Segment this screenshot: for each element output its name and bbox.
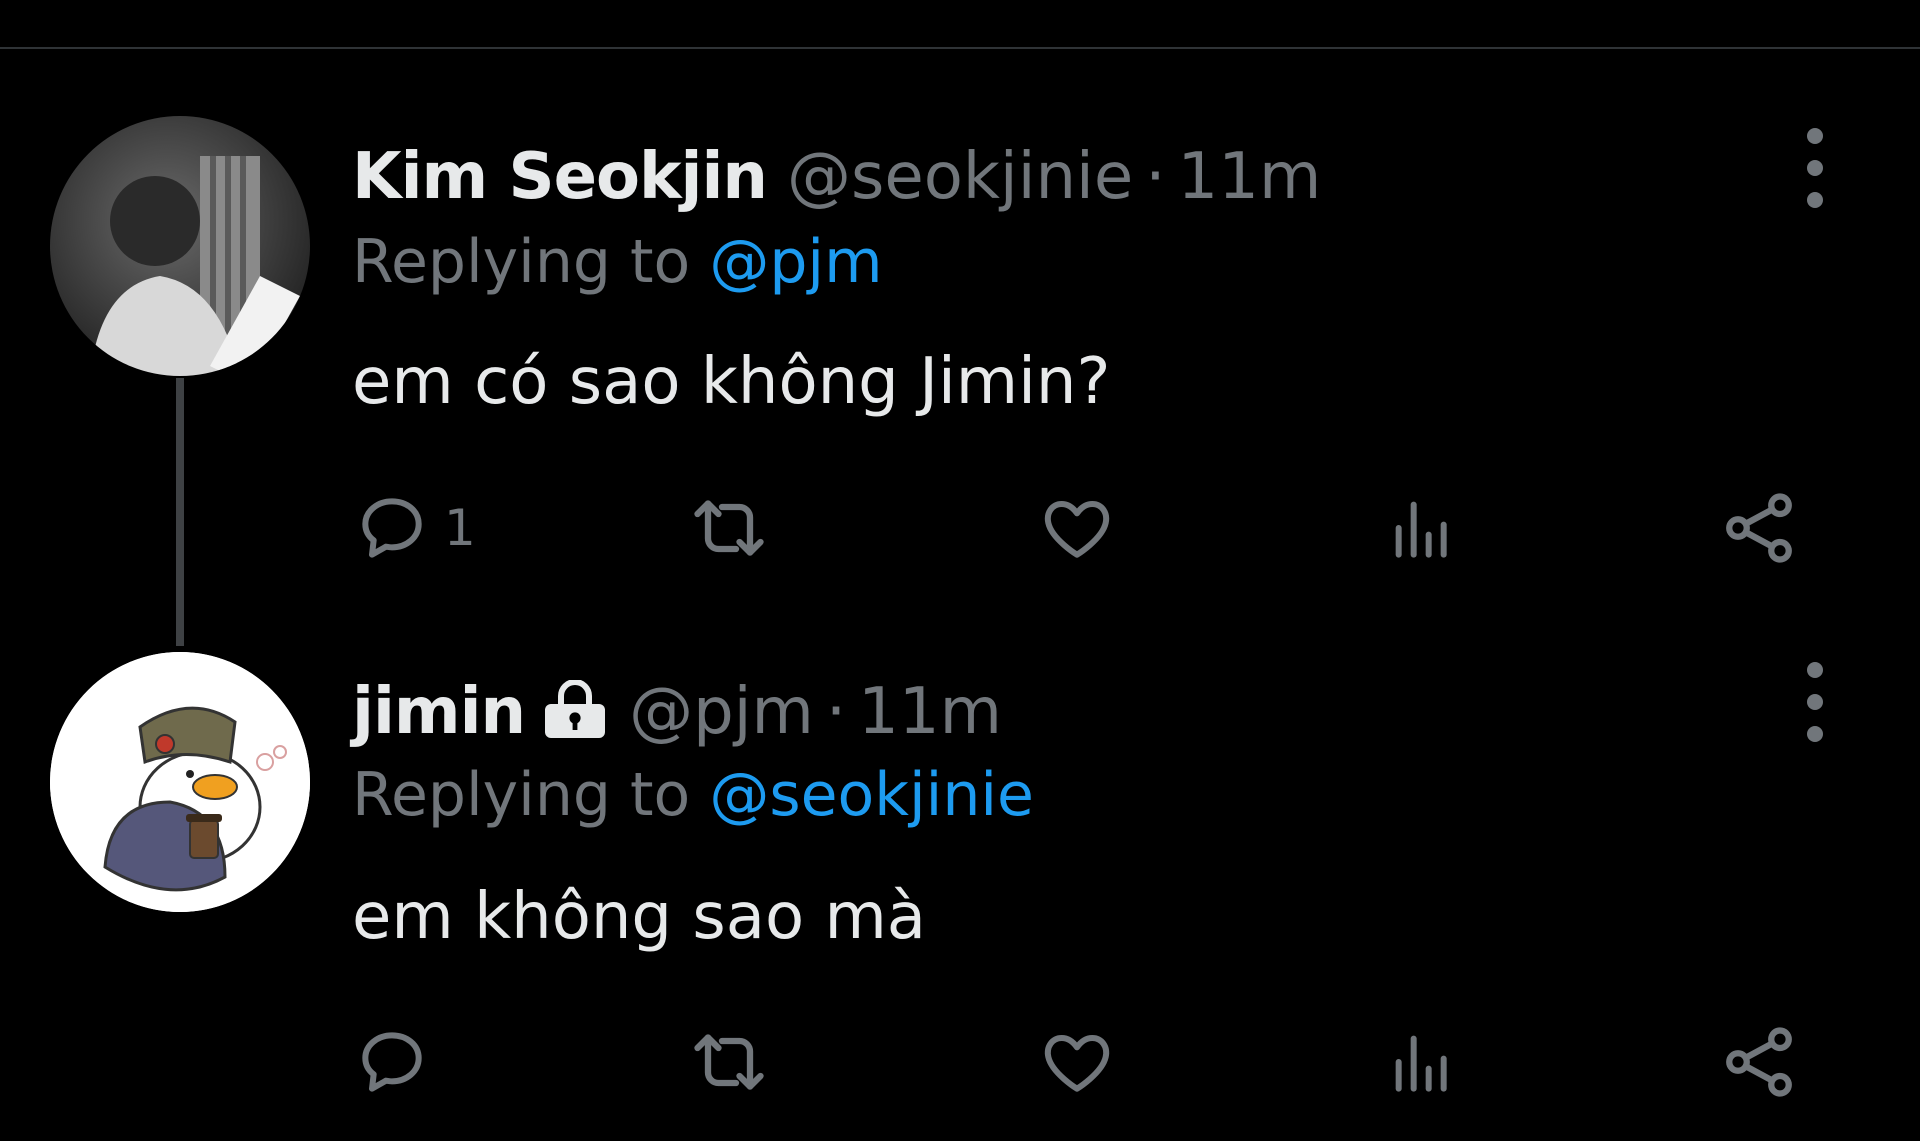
replying-to-label: Replying to — [352, 227, 691, 297]
tweet-text: em không sao mà — [352, 880, 926, 954]
separator-dot: · — [1145, 140, 1166, 214]
avatar-seokjin[interactable] — [50, 116, 310, 376]
user-handle[interactable]: @pjm — [629, 680, 814, 744]
display-name[interactable]: Kim Seokjin — [352, 145, 768, 209]
thread-connector-line — [176, 378, 184, 646]
reply-button[interactable] — [352, 1022, 444, 1102]
views-icon — [1395, 501, 1447, 558]
retweet-button[interactable] — [687, 488, 771, 568]
more-vertical-icon — [1807, 128, 1823, 144]
tweet-header: jimin @pjm · 11m — [352, 675, 1002, 751]
views-icon — [1395, 1035, 1447, 1092]
separator-dot: · — [825, 675, 847, 749]
retweet-icon — [694, 500, 764, 556]
like-button[interactable] — [1037, 488, 1117, 568]
like-button[interactable] — [1037, 1022, 1117, 1102]
timestamp[interactable]: 11m — [858, 680, 1002, 744]
tweet-text: em có sao không Jimin? — [352, 345, 1111, 419]
replying-to: Replying to @pjm — [352, 232, 883, 292]
reply-count: 1 — [444, 499, 476, 557]
share-icon — [1726, 1027, 1792, 1097]
user-handle[interactable]: @seokjinie — [787, 145, 1133, 209]
display-name[interactable]: jimin — [352, 680, 526, 744]
lock-icon — [541, 679, 609, 751]
tweet-header: Kim Seokjin @seokjinie · 11m — [352, 145, 1321, 209]
views-button[interactable] — [1382, 1022, 1462, 1102]
reply-icon — [362, 498, 422, 558]
heart-icon — [1044, 501, 1110, 558]
reply-button[interactable]: 1 — [352, 488, 476, 568]
retweet-icon — [694, 1034, 764, 1090]
share-button[interactable] — [1717, 488, 1801, 568]
tweet-actions: 1 — [352, 488, 1812, 568]
reply-icon — [362, 1032, 422, 1092]
share-icon — [1726, 493, 1792, 563]
replying-to-label: Replying to — [352, 760, 691, 830]
replying-to: Replying to @seokjinie — [352, 765, 1034, 825]
more-vertical-icon — [1807, 662, 1823, 678]
timestamp[interactable]: 11m — [1178, 145, 1322, 209]
top-divider — [0, 47, 1920, 49]
more-options-button[interactable] — [1795, 128, 1835, 208]
avatar-jimin[interactable] — [50, 652, 310, 912]
more-options-button[interactable] — [1795, 662, 1835, 742]
heart-icon — [1044, 1035, 1110, 1092]
share-button[interactable] — [1717, 1022, 1801, 1102]
tweet-actions — [352, 1022, 1812, 1102]
replying-to-mention[interactable]: @seokjinie — [709, 760, 1034, 830]
replying-to-mention[interactable]: @pjm — [709, 227, 882, 297]
views-button[interactable] — [1382, 488, 1462, 568]
retweet-button[interactable] — [687, 1022, 771, 1102]
